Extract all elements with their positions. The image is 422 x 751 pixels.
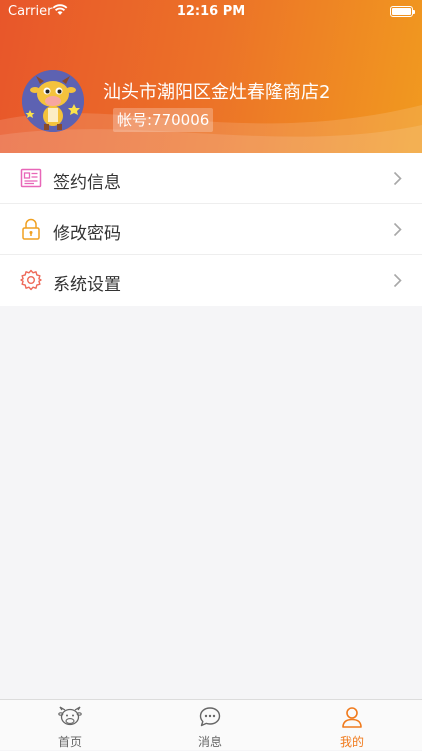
tab-messages[interactable]: 消息 — [140, 700, 280, 751]
cow-home-icon — [58, 706, 82, 726]
menu-item-label: 签约信息 — [53, 173, 121, 193]
gear-icon — [20, 269, 42, 291]
shop-name: 汕头市潮阳区金灶春隆商店2 — [103, 82, 331, 103]
battery-icon — [390, 6, 415, 17]
chevron-right-icon — [393, 171, 402, 186]
tab-mine[interactable]: 我的 — [282, 700, 422, 751]
tab-bar: 首页 消息 我的 — [0, 699, 422, 750]
tab-home[interactable]: 首页 — [0, 700, 140, 751]
lock-icon — [22, 218, 40, 240]
menu-item-change-password[interactable]: 修改密码 — [0, 204, 422, 255]
person-icon — [342, 707, 362, 728]
clock: 12:16 PM — [176, 4, 246, 19]
menu-item-system-settings[interactable]: 系统设置 — [0, 255, 422, 306]
settings-menu: 签约信息 修改密码 系统设置 — [0, 153, 422, 306]
cow-mascot-icon — [22, 70, 84, 132]
tab-label: 我的 — [339, 735, 364, 749]
contract-icon — [20, 168, 42, 188]
tab-label: 首页 — [57, 735, 82, 749]
menu-item-contract-info[interactable]: 签约信息 — [0, 153, 422, 204]
menu-item-label: 修改密码 — [53, 224, 121, 244]
menu-item-label: 系统设置 — [53, 275, 121, 295]
profile-header: Carrier 12:16 PM 汕头市潮阳区金灶春隆商店2 帐号:770006 — [0, 0, 422, 153]
tab-label: 消息 — [197, 735, 222, 749]
chevron-right-icon — [393, 222, 402, 237]
status-bar: Carrier 12:16 PM — [0, 0, 422, 24]
avatar[interactable] — [22, 70, 84, 132]
chat-bubble-icon — [199, 707, 221, 727]
chevron-right-icon — [393, 273, 402, 288]
account-badge: 帐号:770006 — [113, 108, 214, 132]
